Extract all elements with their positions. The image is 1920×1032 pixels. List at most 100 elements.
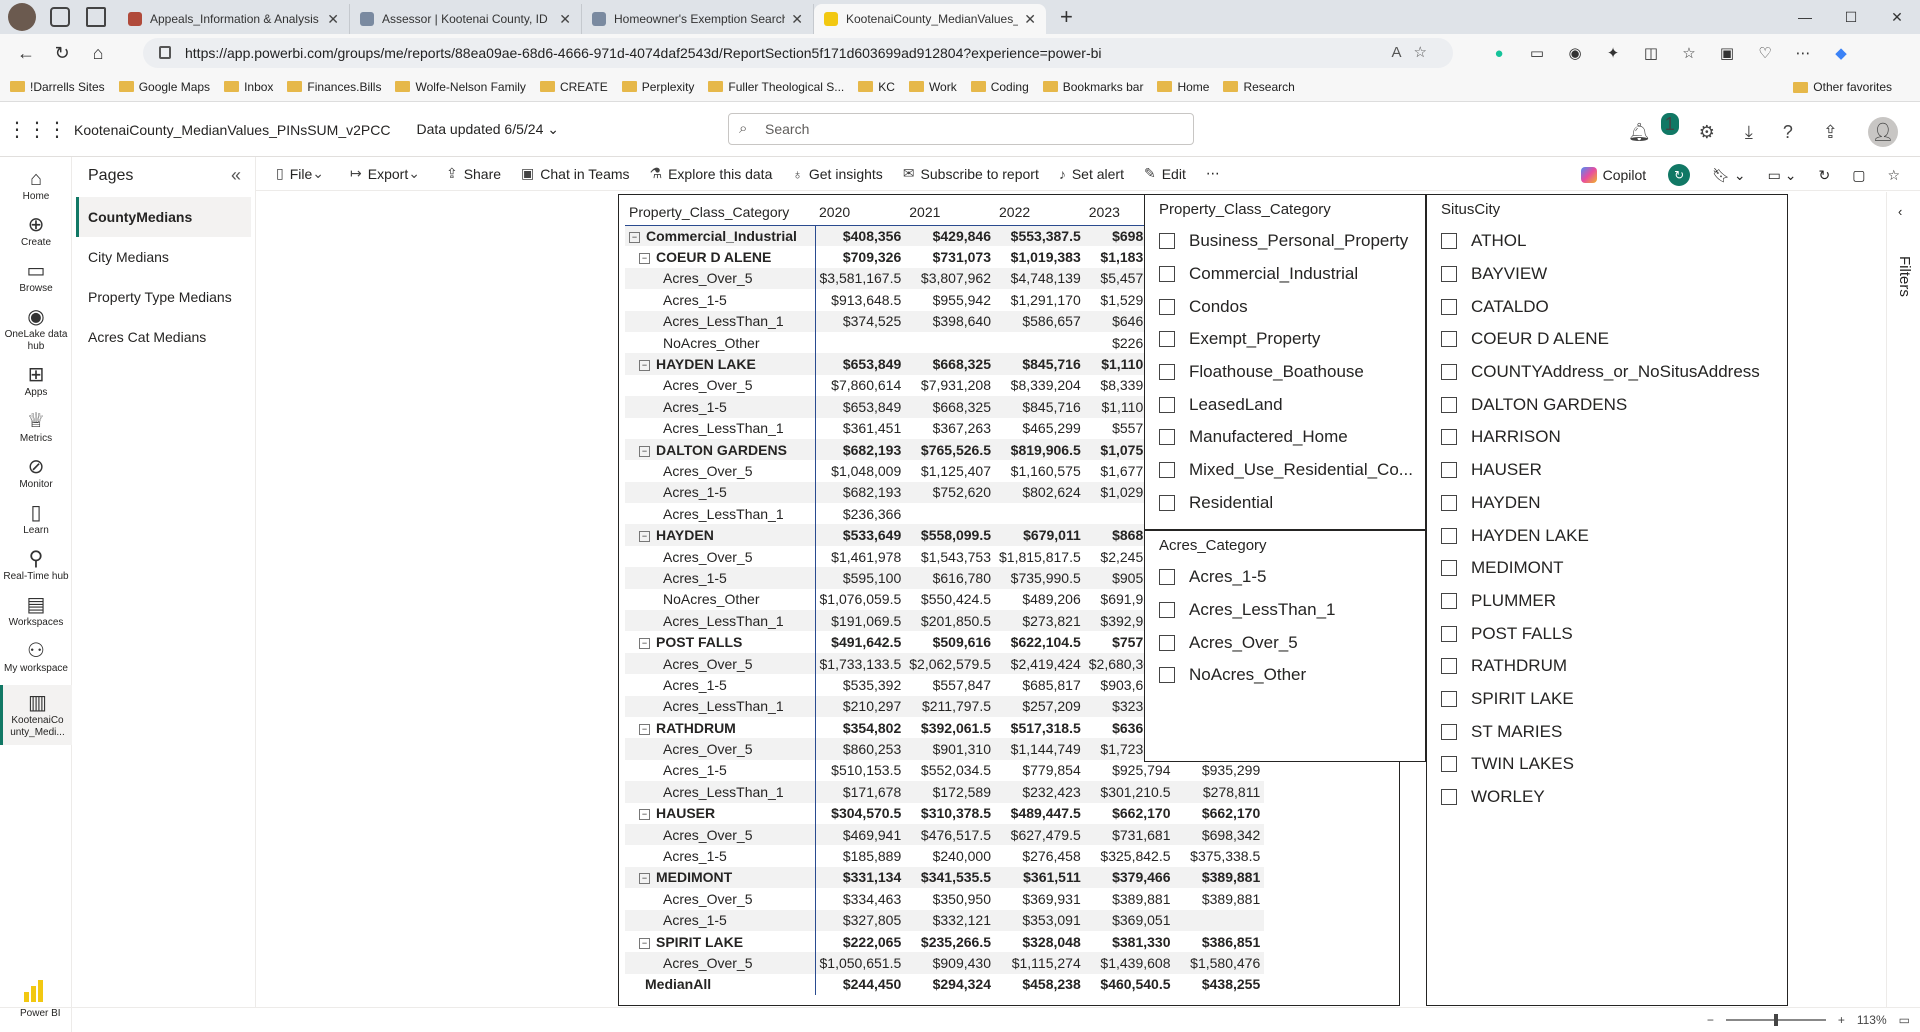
slicer-option[interactable]: HAUSER (1427, 454, 1787, 487)
checkbox[interactable] (1159, 331, 1175, 348)
action-teams-button[interactable]: ▣ Chat in Teams (521, 165, 629, 182)
checkbox[interactable] (1441, 266, 1457, 283)
checkbox[interactable] (1441, 592, 1457, 609)
action-subscribe-button[interactable]: ✉ Subscribe to report (903, 165, 1039, 182)
slicer-option[interactable]: BAYVIEW (1427, 258, 1787, 291)
close-tab-icon[interactable]: ✕ (1024, 11, 1036, 28)
workspaces-icon[interactable] (50, 7, 70, 27)
checkbox[interactable] (1441, 789, 1457, 806)
page-tab[interactable]: CountyMedians (76, 197, 251, 237)
bookmark-item[interactable]: Finances.Bills (287, 80, 381, 94)
refresh-icon[interactable]: ↻ (44, 43, 80, 64)
slicer-option[interactable]: COUNTYAddress_or_NoSitusAddress (1427, 356, 1787, 389)
leftnav-item[interactable]: ⊕ Create (0, 213, 72, 249)
slicer-option[interactable]: Residential (1145, 487, 1425, 520)
slicer-option[interactable]: LeasedLand (1145, 388, 1425, 421)
more-icon[interactable]: ⋯ (1792, 42, 1814, 64)
column-header[interactable]: 2021 (905, 199, 995, 226)
browser-tab[interactable]: Assessor | Kootenai County, ID ✕ (350, 4, 582, 34)
checkbox[interactable] (1441, 494, 1457, 511)
checkbox[interactable] (1159, 462, 1175, 479)
checkbox[interactable] (1159, 429, 1175, 446)
slicer-option[interactable]: ST MARIES (1427, 715, 1787, 748)
checkbox[interactable] (1441, 298, 1457, 315)
slicer-option[interactable]: Acres_1-5 (1145, 561, 1425, 594)
slicer-option[interactable]: ATHOL (1427, 225, 1787, 258)
collapse-icon[interactable]: − (639, 531, 650, 543)
home-icon[interactable]: ⌂ (80, 43, 116, 64)
slicer-option[interactable]: RATHDRUM (1427, 650, 1787, 683)
checkbox[interactable] (1441, 331, 1457, 348)
report-name[interactable]: KootenaiCounty_MedianValues_PINsSUM_v2PC… (74, 122, 390, 138)
slicer-option[interactable]: Acres_Over_5 (1145, 626, 1425, 659)
collapse-icon[interactable]: − (639, 723, 650, 735)
more-options-icon[interactable]: ⋯ (1206, 165, 1220, 182)
leftnav-item[interactable]: ◉ OneLake data hub (0, 305, 72, 353)
bookmark-item[interactable]: Perplexity (621, 80, 694, 94)
help-icon[interactable]: ? (1783, 122, 1793, 143)
collections-icon[interactable]: ▣ (1716, 42, 1738, 64)
slicer-option[interactable]: POST FALLS (1427, 617, 1787, 650)
slicer-option[interactable]: Condos (1145, 290, 1425, 323)
refresh-visuals-icon[interactable]: ↻ (1668, 164, 1691, 186)
collapse-icon[interactable]: − (639, 445, 650, 457)
fit-page-icon[interactable]: ▭ (1899, 1013, 1910, 1027)
action-alert-button[interactable]: ♪ Set alert (1059, 166, 1124, 182)
collapse-icon[interactable]: − (629, 231, 640, 243)
leftnav-item[interactable]: ▥ KootenaiCo unty_Medi... (0, 685, 72, 745)
comment-icon[interactable]: ▢ (1852, 167, 1865, 184)
column-header[interactable]: 2022 (995, 199, 1085, 226)
checkbox[interactable] (1159, 298, 1175, 315)
action-insights-button[interactable]: ♁ Get insights (792, 166, 882, 182)
page-tab[interactable]: City Medians (76, 237, 251, 277)
leftnav-item[interactable]: ▤ Workspaces (0, 593, 72, 629)
split-screen-icon[interactable]: ◫ (1640, 42, 1662, 64)
leftnav-item[interactable]: ⊞ Apps (0, 363, 72, 399)
row-label[interactable]: − MEDIMONT (625, 866, 816, 889)
slicer-option[interactable]: NoAcres_Other (1145, 659, 1425, 692)
slicer-option[interactable]: COEUR D ALENE (1427, 323, 1787, 356)
checkbox[interactable] (1159, 364, 1175, 381)
column-header[interactable]: Property_Class_Category (625, 199, 815, 226)
reload-icon[interactable]: ↻ (1818, 167, 1830, 184)
collapse-icon[interactable]: − (639, 638, 650, 650)
checkbox[interactable] (1441, 625, 1457, 642)
extension-icon[interactable]: ◉ (1564, 42, 1586, 64)
close-window-button[interactable]: ✕ (1874, 0, 1920, 34)
row-label[interactable]: − COEUR D ALENE (625, 246, 816, 268)
slicer-option[interactable]: TWIN LAKES (1427, 748, 1787, 781)
bookmark-item[interactable]: Google Maps (118, 80, 210, 94)
copilot-button[interactable]: Copilot (1580, 167, 1646, 183)
browser-tab[interactable]: KootenaiCounty_MedianValues_P ✕ (814, 4, 1046, 34)
slicer-option[interactable]: MEDIMONT (1427, 552, 1787, 585)
checkbox[interactable] (1441, 364, 1457, 381)
checkbox[interactable] (1159, 602, 1175, 619)
column-header[interactable]: 2020 (815, 199, 906, 226)
expand-filters-icon[interactable]: ‹ (1898, 204, 1902, 219)
leftnav-item[interactable]: ⌂ Home (0, 167, 72, 203)
profile-avatar[interactable] (8, 3, 36, 31)
powerbi-logo-icon[interactable] (24, 980, 43, 1002)
page-tab[interactable]: Property Type Medians (76, 277, 251, 317)
checkbox[interactable] (1441, 462, 1457, 479)
collapse-pages-icon[interactable]: « (231, 165, 241, 186)
checkbox[interactable] (1441, 233, 1457, 250)
search-input[interactable]: ⌕ Search (728, 113, 1194, 145)
action-share-button[interactable]: ⇪ Share (446, 165, 501, 182)
slicer-option[interactable]: SPIRIT LAKE (1427, 683, 1787, 716)
share-icon[interactable]: ⇪ (1823, 122, 1838, 143)
checkbox[interactable] (1159, 634, 1175, 651)
checkbox[interactable] (1441, 396, 1457, 413)
checkbox[interactable] (1159, 396, 1175, 413)
row-label[interactable]: − POST FALLS (625, 631, 816, 653)
minimize-button[interactable]: — (1782, 0, 1828, 34)
favorites-icon[interactable]: ☆ (1678, 42, 1700, 64)
slicer-option[interactable]: Floathouse_Boathouse (1145, 356, 1425, 389)
row-label[interactable]: − DALTON GARDENS (625, 438, 816, 461)
checkbox[interactable] (1441, 658, 1457, 675)
bookmark-item[interactable]: Bookmarks bar (1042, 80, 1143, 94)
new-tab-button[interactable]: + (1060, 4, 1073, 30)
collapse-icon[interactable]: − (639, 937, 650, 949)
back-icon[interactable]: ← (8, 43, 44, 64)
row-label[interactable]: − Commercial_Industrial (625, 225, 816, 247)
